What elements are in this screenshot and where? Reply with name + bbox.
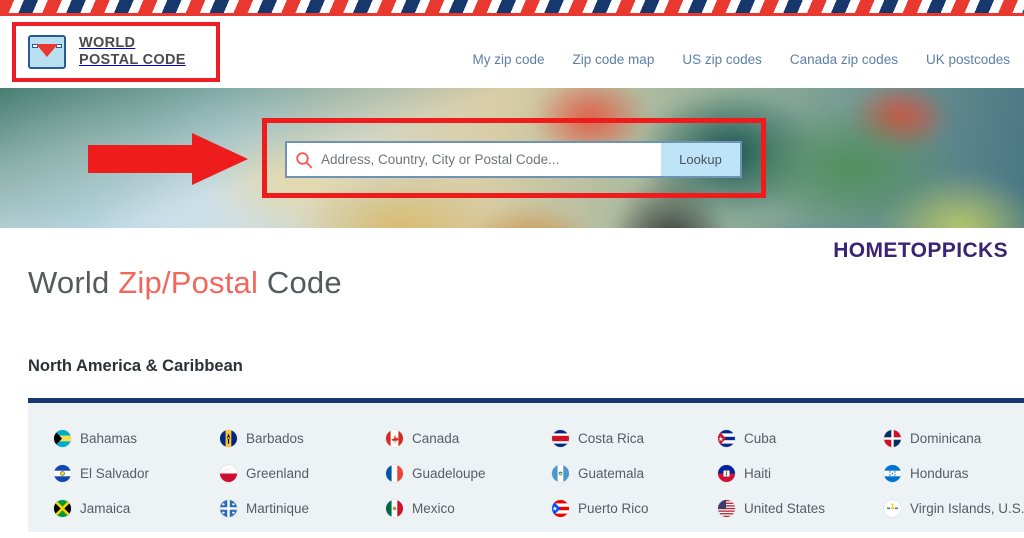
country-label: El Salvador (80, 466, 150, 481)
page-title-suffix: Code (258, 265, 342, 300)
flag-icon-jamaica (54, 500, 71, 517)
flag-icon-guadeloupe (386, 465, 403, 482)
nav-item-canada-zip-codes[interactable]: Canada zip codes (790, 52, 898, 67)
lookup-button[interactable]: Lookup (661, 143, 740, 176)
country-link-jamaica[interactable]: Jamaica (54, 500, 220, 517)
page-root: WORLD POSTAL CODE My zip code Zip code m… (0, 0, 1024, 538)
logo-text: WORLD POSTAL CODE (79, 35, 186, 70)
country-link-united-states[interactable]: United States (718, 500, 884, 517)
country-link-mexico[interactable]: Mexico (386, 500, 552, 517)
flag-icon-dominicana (884, 430, 901, 447)
flag-icon-mexico (386, 500, 403, 517)
country-link-virgin-islands-us[interactable]: Virgin Islands, U.S. (884, 500, 1024, 517)
nav-item-my-zip-code[interactable]: My zip code (473, 52, 545, 67)
flag-icon-greenland (220, 465, 237, 482)
flag-icon-bahamas (54, 430, 71, 447)
flag-icon-martinique (220, 500, 237, 517)
country-link-puerto-rico[interactable]: Puerto Rico (552, 500, 718, 517)
country-link-honduras[interactable]: Honduras (884, 465, 1024, 482)
country-label: Costa Rica (578, 431, 645, 446)
flag-icon-united-states (718, 500, 735, 517)
flag-icon-costa-rica (552, 430, 569, 447)
country-link-greenland[interactable]: Greenland (220, 465, 386, 482)
search-input[interactable] (321, 143, 661, 176)
country-label: Guadeloupe (412, 466, 486, 481)
country-label: Martinique (246, 501, 310, 516)
country-link-cuba[interactable]: Cuba (718, 430, 884, 447)
country-label: Greenland (246, 466, 310, 481)
country-label: Barbados (246, 431, 304, 446)
flag-icon-honduras (884, 465, 901, 482)
country-link-canada[interactable]: Canada (386, 430, 552, 447)
red-arrow-annotation (88, 133, 248, 185)
country-link-barbados[interactable]: Barbados (220, 430, 386, 447)
country-link-bahamas[interactable]: Bahamas (54, 430, 220, 447)
country-label: Mexico (412, 501, 455, 516)
country-list-panel: Bahamas Barbados Canada Costa Rica Cuba (28, 398, 1024, 532)
site-logo[interactable]: WORLD POSTAL CODE (12, 22, 220, 82)
country-label: Virgin Islands, U.S. (910, 501, 1024, 516)
flag-icon-el-salvador (54, 465, 71, 482)
flag-icon-haiti (718, 465, 735, 482)
country-link-guadeloupe[interactable]: Guadeloupe (386, 465, 552, 482)
flag-icon-guatemala (552, 465, 569, 482)
country-label: Cuba (744, 431, 777, 446)
country-label: Dominicana (910, 431, 982, 446)
logo-line-2: POSTAL CODE (79, 52, 186, 68)
flag-icon-virgin-islands-us (884, 500, 901, 517)
country-link-guatemala[interactable]: Guatemala (552, 465, 718, 482)
hometoppicks-watermark: HOMETOPPICKS (833, 239, 1008, 262)
country-label: Canada (412, 431, 460, 446)
page-title-accent: Zip/Postal (118, 265, 259, 300)
country-link-el-salvador[interactable]: El Salvador (54, 465, 220, 482)
country-grid: Bahamas Barbados Canada Costa Rica Cuba (54, 421, 1024, 526)
flag-icon-barbados (220, 430, 237, 447)
region-heading: North America & Caribbean (28, 357, 243, 375)
nav-item-uk-postcodes[interactable]: UK postcodes (926, 52, 1010, 67)
flag-icon-puerto-rico (552, 500, 569, 517)
country-label: Bahamas (80, 431, 138, 446)
country-label: Guatemala (578, 466, 645, 481)
country-label: Jamaica (80, 501, 131, 516)
main-navigation: My zip code Zip code map US zip codes Ca… (473, 52, 1011, 67)
page-title: World Zip/Postal Code (28, 265, 342, 301)
nav-item-zip-code-map[interactable]: Zip code map (573, 52, 655, 67)
country-label: Puerto Rico (578, 501, 649, 516)
country-link-dominicana[interactable]: Dominicana (884, 430, 1024, 447)
country-label: United States (744, 501, 826, 516)
search-bar: Lookup (285, 141, 742, 178)
flag-icon-cuba (718, 430, 735, 447)
country-link-costa-rica[interactable]: Costa Rica (552, 430, 718, 447)
site-header: WORLD POSTAL CODE My zip code Zip code m… (0, 16, 1024, 88)
nav-item-us-zip-codes[interactable]: US zip codes (682, 52, 762, 67)
country-label: Haiti (744, 466, 772, 481)
airmail-stripe-border (0, 0, 1024, 13)
country-link-haiti[interactable]: Haiti (718, 465, 884, 482)
country-link-martinique[interactable]: Martinique (220, 500, 386, 517)
page-title-prefix: World (28, 265, 119, 300)
envelope-icon (28, 35, 66, 69)
logo-line-1: WORLD (79, 34, 136, 51)
search-icon (287, 151, 321, 169)
flag-icon-canada (386, 430, 403, 447)
country-label: Honduras (910, 466, 969, 481)
